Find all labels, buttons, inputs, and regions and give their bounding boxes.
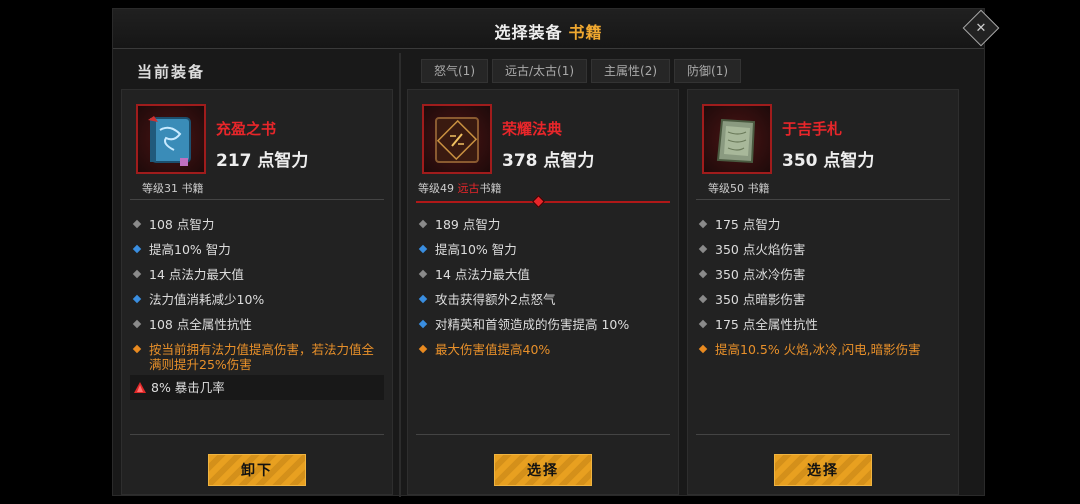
item-main-stat: 350 点智力 <box>782 151 875 171</box>
stat-line-legendary: 按当前拥有法力值提高伤害，若法力值全满则提升25%伤害 <box>130 337 384 375</box>
orange-diamond-icon <box>418 344 428 354</box>
grey-diamond-icon <box>132 269 142 279</box>
scroll-book-icon <box>716 118 756 164</box>
item-meta: 等级31 书籍 <box>142 180 204 196</box>
equipment-select-panel: 选择装备 书籍 ✕ 当前装备 怒气(1) 远古/太古(1) 主属性(2) 防御(1… <box>112 8 1000 497</box>
stat-line: 350 点冰冷伤害 <box>696 262 950 287</box>
stat-line-legendary: 最大伤害值提高40% <box>416 337 670 362</box>
item-type: 书籍 <box>178 182 204 195</box>
item-icon-frame <box>702 104 772 174</box>
item-level: 等级31 <box>142 182 178 195</box>
section-divider <box>399 53 401 497</box>
item-name: 荣耀法典 <box>502 120 563 138</box>
tab-main-attribute[interactable]: 主属性(2) <box>591 59 671 83</box>
stat-line: 提高10% 智力 <box>416 237 670 262</box>
card-separator <box>130 199 384 200</box>
stat-line: 108 点智力 <box>130 212 384 237</box>
item-level: 等级49 <box>418 182 458 195</box>
stat-line: 175 点智力 <box>696 212 950 237</box>
title-text: 选择装备 <box>494 23 563 42</box>
card-separator <box>130 434 384 435</box>
card-separator <box>416 434 670 435</box>
dark-tome-icon <box>435 117 479 163</box>
candidate-item-card[interactable]: 荣耀法典 378 点智力 等级49 远古书籍 189 点智力 提高10% 智力 … <box>407 89 679 495</box>
stat-line: 法力值消耗减少10% <box>130 287 384 312</box>
stat-list: 175 点智力 350 点火焰伤害 350 点冰冷伤害 350 点暗影伤害 17… <box>696 212 950 362</box>
blue-diamond-icon <box>132 294 142 304</box>
grey-diamond-icon <box>418 219 428 229</box>
item-type: 书籍 <box>744 182 770 195</box>
blue-diamond-icon <box>132 244 142 254</box>
stat-line: 对精英和首领造成的伤害提高 10% <box>416 312 670 337</box>
orange-diamond-icon <box>698 344 708 354</box>
item-level: 等级50 <box>708 182 744 195</box>
stat-line: 350 点火焰伤害 <box>696 237 950 262</box>
stat-line: 108 点全属性抗性 <box>130 312 384 337</box>
title-category: 书籍 <box>568 23 603 42</box>
item-icon-frame <box>136 104 206 174</box>
stat-line: 攻击获得额外2点怒气 <box>416 287 670 312</box>
title-bar: 选择装备 书籍 ✕ <box>113 9 1000 49</box>
blue-diamond-icon <box>418 244 428 254</box>
blue-diamond-icon <box>418 294 428 304</box>
card-separator <box>696 434 950 435</box>
stat-list: 189 点智力 提高10% 智力 14 点法力最大值 攻击获得额外2点怒气 对精… <box>416 212 670 362</box>
item-icon-frame <box>422 104 492 174</box>
grey-diamond-icon <box>698 269 708 279</box>
stat-line: 350 点暗影伤害 <box>696 287 950 312</box>
grey-diamond-icon <box>418 269 428 279</box>
stat-line: 175 点全属性抗性 <box>696 312 950 337</box>
grey-diamond-icon <box>698 294 708 304</box>
stat-line: 189 点智力 <box>416 212 670 237</box>
tab-rage[interactable]: 怒气(1) <box>421 59 488 83</box>
select-button[interactable]: 选择 <box>494 454 592 486</box>
stat-line: 14 点法力最大值 <box>130 262 384 287</box>
tab-ancient[interactable]: 远古/太古(1) <box>492 59 588 83</box>
item-meta: 等级50 书籍 <box>708 180 770 196</box>
item-name: 于吉手札 <box>782 120 843 138</box>
stat-list: 108 点智力 提高10% 智力 14 点法力最大值 法力值消耗减少10% 10… <box>130 212 384 400</box>
stat-line-gem: 8% 暴击几率 <box>130 375 384 400</box>
blue-book-icon <box>148 116 191 166</box>
red-gem-icon <box>134 382 146 393</box>
item-type: 书籍 <box>479 182 502 195</box>
grey-diamond-icon <box>132 319 142 329</box>
page-title: 选择装备 书籍 <box>113 19 984 43</box>
stat-line: 提高10% 智力 <box>130 237 384 262</box>
item-meta: 等级49 远古书籍 <box>418 180 502 196</box>
candidate-item-card[interactable]: 于吉手札 350 点智力 等级50 书籍 175 点智力 350 点火焰伤害 3… <box>687 89 959 495</box>
filter-tabs: 怒气(1) 远古/太古(1) 主属性(2) 防御(1) <box>421 59 742 83</box>
current-item-card[interactable]: 充盈之书 217 点智力 等级31 书籍 108 点智力 提高10% 智力 14… <box>121 89 393 495</box>
grey-diamond-icon <box>132 219 142 229</box>
unequip-button[interactable]: 卸下 <box>208 454 306 486</box>
tab-defense[interactable]: 防御(1) <box>674 59 742 83</box>
select-button[interactable]: 选择 <box>774 454 872 486</box>
grey-diamond-icon <box>698 219 708 229</box>
item-rarity: 远古 <box>457 182 480 195</box>
card-separator <box>696 199 950 200</box>
stat-line: 14 点法力最大值 <box>416 262 670 287</box>
close-icon: ✕ <box>975 20 987 36</box>
orange-diamond-icon <box>132 344 142 354</box>
blue-diamond-icon <box>418 319 428 329</box>
grey-diamond-icon <box>698 319 708 329</box>
current-equipment-header: 当前装备 <box>137 63 206 81</box>
grey-diamond-icon <box>698 244 708 254</box>
item-main-stat: 217 点智力 <box>216 151 309 171</box>
item-main-stat: 378 点智力 <box>502 151 595 171</box>
comparison-marker-icon <box>532 195 545 208</box>
stat-line-legendary: 提高10.5% 火焰,冰冷,闪电,暗影伤害 <box>696 337 950 362</box>
item-name: 充盈之书 <box>216 120 277 138</box>
